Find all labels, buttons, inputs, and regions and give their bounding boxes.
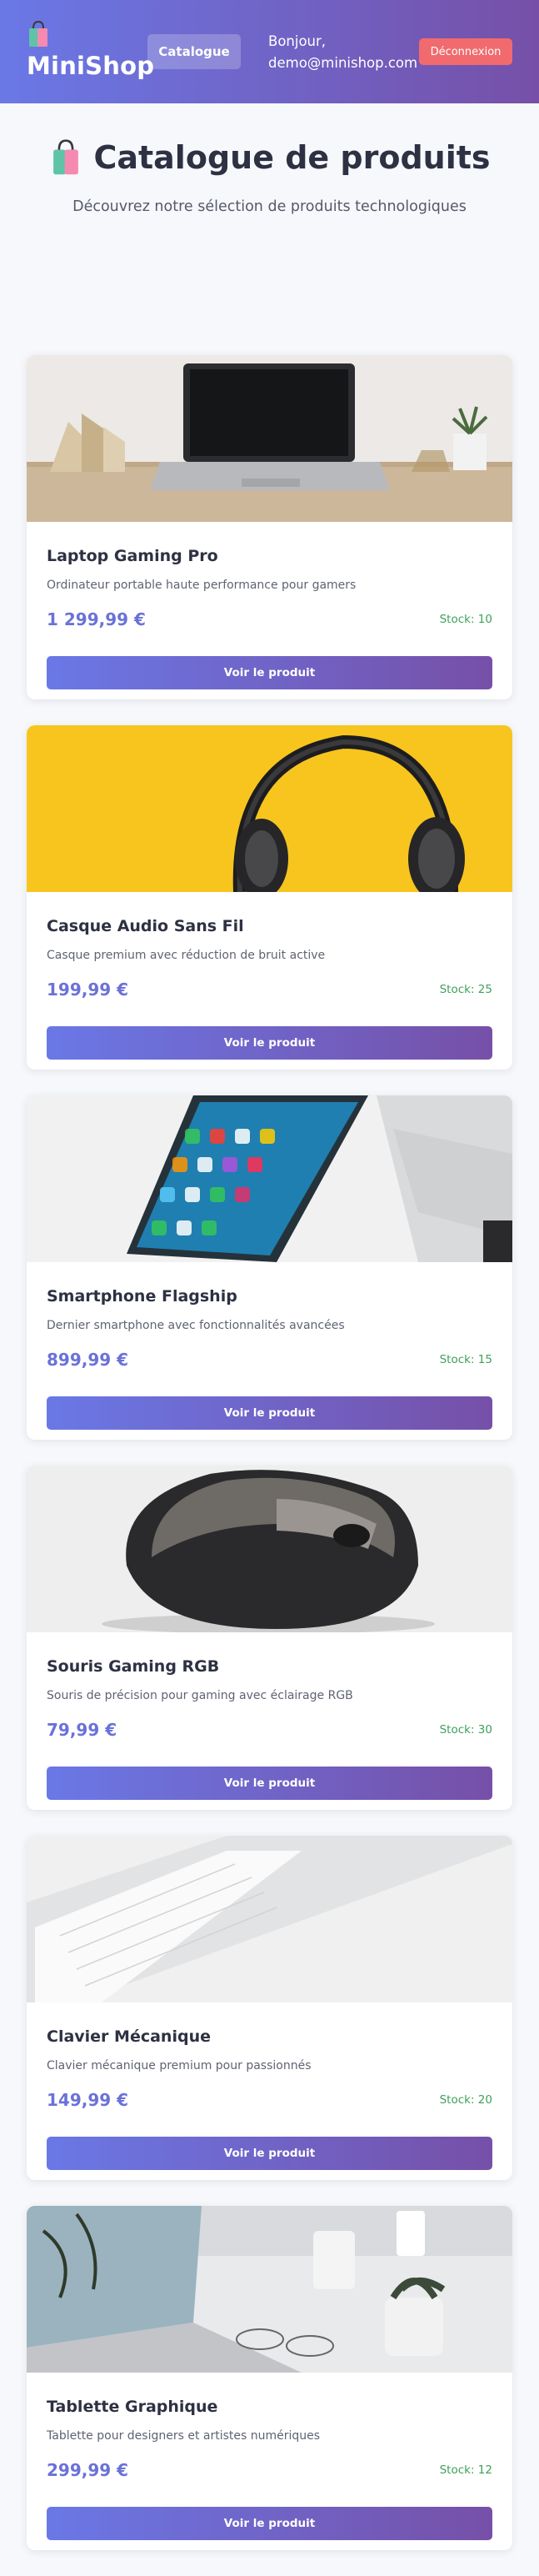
view-product-button[interactable]: Voir le produit [47, 656, 492, 689]
view-product-button[interactable]: Voir le produit [47, 1026, 492, 1060]
product-card-body: Clavier Mécanique Clavier mécanique prem… [27, 2002, 512, 2180]
product-card: Clavier Mécanique Clavier mécanique prem… [27, 1836, 512, 2180]
product-name[interactable]: Laptop Gaming Pro [47, 547, 492, 565]
price-row: 199,99 € Stock: 25 [47, 980, 492, 1003]
product-description: Clavier mécanique premium pour passionné… [47, 2059, 312, 2072]
price-row: 899,99 € Stock: 15 [47, 1350, 492, 1373]
view-product-button[interactable]: Voir le produit [47, 2507, 492, 2540]
product-card: Laptop Gaming Pro Ordinateur portable ha… [27, 355, 512, 699]
product-card: Casque Audio Sans Fil Casque premium ave… [27, 725, 512, 1070]
shopping-bag-icon [29, 20, 47, 47]
product-price: 149,99 € [47, 2090, 129, 2110]
product-description: Souris de précision pour gaming avec écl… [47, 1689, 353, 1702]
page-title-text: Catalogue de produits [93, 139, 491, 176]
price-row: 149,99 € Stock: 20 [47, 2090, 492, 2113]
product-description: Dernier smartphone avec fonctionnalités … [47, 1319, 345, 1332]
user-greeting: Bonjour, demo@minishop.com [268, 31, 417, 74]
logout-button[interactable]: Déconnexion [419, 38, 512, 65]
price-row: 1 299,99 € Stock: 10 [47, 609, 492, 633]
mouse-image[interactable] [27, 1466, 512, 1632]
hero: Catalogue de produits Découvrez notre sé… [0, 103, 539, 355]
stock-badge: Stock: 20 [439, 2093, 492, 2107]
product-card-body: Tablette Graphique Tablette pour designe… [27, 2373, 512, 2550]
user-email: demo@minishop.com [268, 55, 418, 71]
view-product-button[interactable]: Voir le produit [47, 2137, 492, 2170]
stock-badge: Stock: 30 [439, 1723, 492, 1737]
product-card: Tablette Graphique Tablette pour designe… [27, 2206, 512, 2550]
desk-laptop-image[interactable] [27, 2206, 512, 2373]
view-product-button[interactable]: Voir le produit [47, 1396, 492, 1430]
product-card-body: Casque Audio Sans Fil Casque premium ave… [27, 892, 512, 1070]
product-card-body: Laptop Gaming Pro Ordinateur portable ha… [27, 522, 512, 699]
product-card-body: Souris Gaming RGB Souris de précision po… [27, 1632, 512, 1810]
product-card: Souris Gaming RGB Souris de précision po… [27, 1466, 512, 1810]
nav-catalogue-button[interactable]: Catalogue [147, 34, 241, 69]
shopping-bag-icon [53, 139, 79, 175]
top-header: MiniShop Catalogue Bonjour, demo@minisho… [0, 0, 539, 103]
price-row: 299,99 € Stock: 12 [47, 2460, 492, 2483]
product-name[interactable]: Clavier Mécanique [47, 2027, 492, 2046]
stock-badge: Stock: 25 [439, 983, 492, 996]
brand-name: MiniShop [27, 52, 155, 80]
keyboard-image[interactable] [27, 1836, 512, 2002]
product-name[interactable]: Tablette Graphique [47, 2398, 492, 2416]
product-price: 79,99 € [47, 1720, 117, 1740]
product-price: 199,99 € [47, 980, 129, 1000]
product-name[interactable]: Smartphone Flagship [47, 1287, 492, 1306]
product-description: Ordinateur portable haute performance po… [47, 579, 357, 592]
smartphone-image[interactable] [27, 1095, 512, 1262]
product-name[interactable]: Souris Gaming RGB [47, 1657, 492, 1676]
product-card-body: Smartphone Flagship Dernier smartphone a… [27, 1262, 512, 1440]
product-list: Laptop Gaming Pro Ordinateur portable ha… [0, 355, 539, 2550]
view-product-button[interactable]: Voir le produit [47, 1767, 492, 1800]
product-card: Smartphone Flagship Dernier smartphone a… [27, 1095, 512, 1440]
stock-badge: Stock: 10 [439, 613, 492, 626]
page-title: Catalogue de produits [48, 138, 491, 177]
product-price: 899,99 € [47, 1350, 129, 1370]
product-description: Tablette pour designers et artistes numé… [47, 2429, 321, 2443]
product-price: 299,99 € [47, 2460, 129, 2480]
page-subtitle: Découvrez notre sélection de produits te… [72, 198, 467, 215]
stock-badge: Stock: 15 [439, 1353, 492, 1366]
product-description: Casque premium avec réduction de bruit a… [47, 949, 326, 962]
greeting-line: Bonjour, [268, 33, 327, 49]
headphones-image[interactable] [27, 725, 512, 892]
laptop-image[interactable] [27, 355, 512, 522]
price-row: 79,99 € Stock: 30 [47, 1720, 492, 1743]
product-price: 1 299,99 € [47, 609, 146, 629]
brand[interactable]: MiniShop [27, 20, 154, 80]
product-name[interactable]: Casque Audio Sans Fil [47, 917, 492, 935]
